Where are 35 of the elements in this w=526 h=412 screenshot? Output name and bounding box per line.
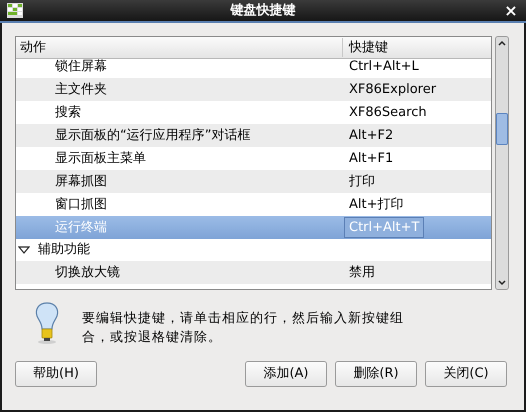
scrollbar[interactable] [495,36,509,290]
dialog-button[interactable]: 添加(A) [245,361,327,387]
action-cell-text: 显示面板的“运行应用程序”对话框 [54,126,252,145]
dialog-button[interactable]: 关闭(C) [425,361,507,387]
window-title: 键盘快捷键 [229,2,296,20]
shortcut-cell-text: Alt+F2 [348,126,394,145]
action-cell-text: 窗口抓图 [54,196,108,214]
column-header[interactable]: 动作 [16,38,343,58]
keyboard-icon [7,3,23,18]
action-cell-text: 搜索 [54,104,82,122]
action-cell-text: 屏幕抓图 [54,172,108,191]
shortcut-cell-text: 打印 [348,172,375,191]
expander-icon[interactable] [18,244,30,256]
action-cell-text: 运行终端 [54,218,108,237]
shortcut-cell-text: Alt+打印 [348,196,404,214]
group-label[interactable]: 辅助功能 [38,240,90,260]
column-header[interactable]: 快捷键 [343,38,388,58]
hint-text: 要编辑快捷键，请单击相应的行，然后输入新按键组合，或按退格键清除。 [82,310,405,347]
action-cell-text: 锁住屏幕 [54,59,108,76]
dialog-button[interactable]: 删除(R) [335,361,417,387]
shortcut-cell-text: XF86Explorer [348,80,436,99]
shortcut-row[interactable]: 屏幕抓图 打印 [16,170,491,193]
shortcut-row[interactable]: 显示面板的“运行应用程序”对话框 Alt+F2 [16,124,491,147]
shortcut-cell-text: Alt+F1 [348,150,394,168]
scroll-thumb[interactable] [496,113,508,145]
action-cell-text: 切换放大镜 [54,264,121,282]
shortcut-cell-text: 禁用 [348,264,375,282]
close-button[interactable]: × [503,2,519,18]
action-cell-text: 显示面板主菜单 [54,150,147,168]
shortcut-cell-text: XF86Search [348,104,427,122]
action-cell-text: 主文件夹 [54,80,108,99]
dialog-button[interactable]: 帮助(H) [15,361,97,387]
shortcut-cell-text: Ctrl+Alt+L [348,59,419,76]
shortcut-row[interactable]: 切换放大镜 禁用 [16,261,491,284]
shortcut-row[interactable]: 主文件夹 XF86Explorer [16,78,491,101]
